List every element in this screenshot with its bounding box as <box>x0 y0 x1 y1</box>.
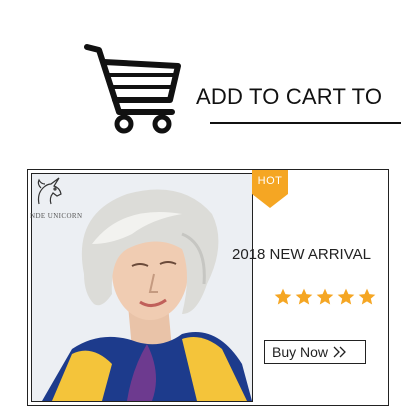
star-icon <box>295 288 313 305</box>
shopping-cart-icon <box>84 42 184 134</box>
star-icon <box>337 288 355 305</box>
double-chevron-right-icon <box>333 346 346 358</box>
buy-now-label: Buy Now <box>272 344 329 360</box>
brand-name: NDE UNICORN <box>30 212 83 220</box>
heading-underline <box>210 122 401 124</box>
unicorn-logo-icon <box>33 176 67 208</box>
hot-badge-label: HOT <box>257 175 283 187</box>
star-rating <box>273 287 377 307</box>
star-icon <box>316 288 334 305</box>
add-to-cart-heading: ADD TO CART TO <box>196 84 383 109</box>
star-icon <box>274 288 292 305</box>
buy-now-button[interactable]: Buy Now <box>264 340 366 364</box>
star-icon <box>358 288 376 305</box>
product-headline: 2018 NEW ARRIVAL <box>232 246 371 263</box>
